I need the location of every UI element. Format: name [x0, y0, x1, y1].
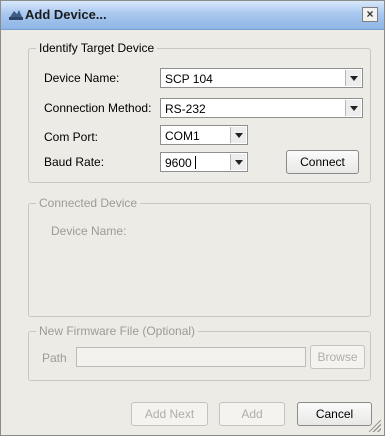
add-device-dialog: Add Device... × Identify Target Device D…: [0, 0, 385, 436]
add-next-button[interactable]: Add Next: [131, 402, 208, 426]
device-name-dropdown[interactable]: SCP 104: [160, 68, 363, 88]
new-firmware-file-legend: New Firmware File (Optional): [39, 324, 196, 338]
window-title: Add Device...: [25, 7, 107, 22]
device-app-icon: [9, 10, 23, 20]
identify-target-device-legend: Identify Target Device: [39, 41, 155, 55]
connection-method-label: Connection Method:: [44, 101, 152, 115]
path-label: Path: [42, 351, 67, 365]
baud-rate-label: Baud Rate:: [44, 155, 105, 169]
connected-device-name-label: Device Name:: [51, 224, 127, 238]
connected-device-legend: Connected Device: [39, 196, 138, 210]
com-port-dropdown[interactable]: COM1: [160, 125, 248, 145]
connect-button[interactable]: Connect: [286, 150, 359, 174]
baud-rate-value: 9600: [165, 156, 192, 170]
connected-device-group: Connected Device: [28, 196, 371, 317]
com-port-label: Com Port:: [44, 130, 99, 144]
chevron-down-icon[interactable]: [230, 154, 246, 170]
device-name-value: SCP 104: [165, 72, 213, 86]
baud-rate-dropdown[interactable]: 9600: [160, 152, 248, 172]
close-button[interactable]: ×: [362, 7, 378, 22]
close-icon: ×: [366, 7, 374, 21]
title-bar: Add Device... ×: [1, 1, 384, 30]
connection-method-dropdown[interactable]: RS-232: [160, 98, 363, 118]
text-caret: [195, 156, 196, 169]
cancel-button[interactable]: Cancel: [297, 402, 372, 426]
chevron-down-icon[interactable]: [230, 127, 246, 143]
browse-button[interactable]: Browse: [310, 345, 365, 369]
add-button[interactable]: Add: [219, 402, 285, 426]
com-port-value: COM1: [165, 129, 200, 143]
path-input[interactable]: [76, 347, 306, 367]
connection-method-value: RS-232: [165, 102, 206, 116]
chevron-down-icon[interactable]: [345, 70, 361, 86]
chevron-down-icon[interactable]: [345, 100, 361, 116]
device-name-label: Device Name:: [44, 71, 120, 85]
resize-grip-icon[interactable]: [369, 420, 381, 432]
